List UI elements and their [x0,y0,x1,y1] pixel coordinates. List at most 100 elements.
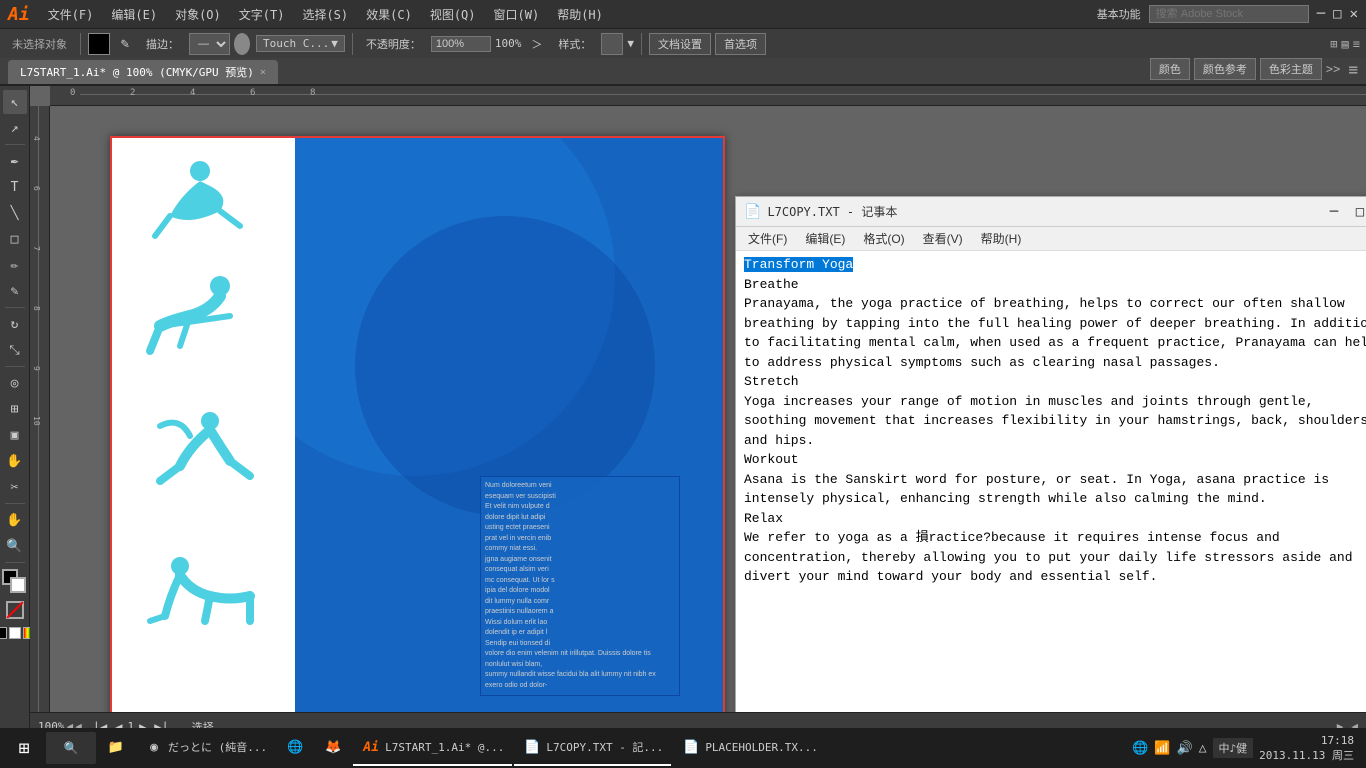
maximize-icon[interactable]: □ [1333,6,1341,22]
blend-tool[interactable]: ◎ [3,371,27,395]
black-swatch[interactable] [0,627,7,639]
notepad-minimize-button[interactable]: ─ [1324,202,1344,222]
opacity-label: 不透明度： [360,34,427,54]
start-button[interactable]: ⊞ [4,728,44,768]
select-tool[interactable]: ↖ [3,90,27,114]
rotate-tool[interactable]: ↻ [3,312,27,336]
notepad-title: L7COPY.TXT - 记事本 [767,203,1318,220]
scissors-tool[interactable]: ✂ [3,475,27,499]
touch-selector[interactable]: Touch C... ▼ [256,35,345,52]
language-bar-icon[interactable]: 🌐 [1132,741,1148,756]
color-swatch-area [2,569,28,595]
menu-bar: Ai 文件(F) 编辑(E) 对象(O) 文字(T) 选择(S) 效果(C) 视… [0,0,1366,28]
ruler-vtick-9: 9 [32,366,41,371]
style-box[interactable] [601,33,623,55]
menu-help[interactable]: 帮助(H) [549,4,611,25]
doc-settings-button[interactable]: 文档设置 [649,33,711,55]
scale-tool[interactable]: ⤡ [3,338,27,362]
canvas-area[interactable]: 0 2 4 6 8 4 6 7 8 9 10 [30,86,1366,740]
arrange-icon[interactable]: ⊞ [1330,37,1337,51]
taskbar-app-notepad-1[interactable]: 📄 L7COPY.TXT - 記... [514,730,671,766]
toolbar: 未选择对象 ✎ 描边： — Touch C... ▼ 不透明度： 100% ＞ … [0,28,1366,58]
tab-close-button[interactable]: × [260,67,266,78]
stock-search-input[interactable] [1149,5,1309,23]
no-selection-label: 未选择对象 [6,34,73,54]
search-button[interactable]: 🔍 [46,732,96,764]
taskbar-right: 🌐 📶 🔊 △ 中♪健 17:18 2013.11.13 周三 [1132,733,1362,764]
brush-icon[interactable]: ✎ [114,33,136,55]
notepad-titlebar: 📄 L7COPY.TXT - 记事本 ─ □ ✕ [736,197,1366,227]
panel-expand-icon[interactable]: >> [1326,62,1340,76]
taskbar-app-illustrator[interactable]: Ai L7START_1.Ai* @... [353,730,512,766]
mesh-tool[interactable]: ⊞ [3,397,27,421]
taskbar-app-notepad-2[interactable]: 📄 PLACEHOLDER.TX... [673,730,826,766]
more-icon[interactable]: ≡ [1353,37,1360,51]
workspace-label[interactable]: 基本功能 [1097,6,1141,22]
network-icon[interactable]: 📶 [1154,741,1170,756]
notepad2-icon: 📄 [681,737,701,757]
taskbar: ⊞ 🔍 📁 ◉ だっとに (純音... 🌐 🦊 Ai L7START_1.Ai*… [0,728,1366,768]
menu-edit[interactable]: 编辑(E) [103,4,165,25]
menu-window[interactable]: 窗口(W) [486,4,548,25]
illustrator-icon: Ai [361,737,381,757]
taskbar-app-music[interactable]: ◉ だっとに (純音... [136,730,275,766]
rect-tool[interactable]: □ [3,227,27,251]
yoga-figure-2 [130,266,270,366]
system-clock[interactable]: 17:18 2013.11.13 周三 [1259,733,1354,764]
menu-file[interactable]: 文件(F) [40,4,102,25]
menu-object[interactable]: 对象(O) [167,4,229,25]
menu-text[interactable]: 文字(T) [231,4,293,25]
notepad-menu-format[interactable]: 格式(O) [855,228,912,249]
notepad-menu-file[interactable]: 文件(F) [740,228,795,249]
artboard-right-section: Num doloreetum veniesequam ver suscipist… [295,136,725,712]
notepad-maximize-button[interactable]: □ [1350,202,1366,222]
ruler-tick-3: 6 [250,88,255,98]
panel-color-guide-btn[interactable]: 颜色参考 [1194,58,1256,80]
none-swatch[interactable] [6,601,24,619]
chevron-opacity[interactable]: ＞ [525,34,548,54]
menu-select[interactable]: 选择(S) [294,4,356,25]
paintbrush-tool[interactable]: ✏ [3,253,27,277]
tool-sep-1 [5,144,25,145]
notepad-content[interactable]: Transform Yoga BreathePranayama, the yog… [736,251,1366,712]
hand-tool[interactable]: ✋ [3,508,27,532]
pen-tool[interactable]: ✒ [3,149,27,173]
stroke-select[interactable]: — [189,33,230,55]
line-tool[interactable]: ╲ [3,201,27,225]
blue-bg-circle-2 [355,216,655,516]
panel-layout-icon[interactable]: ▤ [1342,37,1349,51]
menu-effect[interactable]: 效果(C) [358,4,420,25]
first-choice-button[interactable]: 首选项 [715,33,766,55]
document-tab[interactable]: L7START_1.Ai* @ 100% (CMYK/GPU 预览) × [8,60,278,84]
notepad-body-text: BreathePranayama, the yoga practice of b… [744,277,1366,585]
panel-color-theme-btn[interactable]: 色彩主题 [1260,58,1322,80]
white-swatch[interactable] [9,627,21,639]
tab-label: L7START_1.Ai* @ 100% (CMYK/GPU 预览) [20,64,254,80]
menu-view[interactable]: 视图(Q) [422,4,484,25]
volume-icon[interactable]: 🔊 [1177,741,1193,756]
direct-select-tool[interactable]: ↗ [3,116,27,140]
additional-icons[interactable]: △ [1199,741,1207,756]
notepad-menu-view[interactable]: 查看(V) [915,228,971,249]
zoom-tool[interactable]: 🔍 [3,534,27,558]
canvas-content[interactable]: Num doloreetum veniesequam ver suscipist… [50,106,1366,712]
stroke-swatch[interactable] [10,577,26,593]
opacity-input[interactable] [431,36,491,52]
taskbar-app-edge[interactable]: 🌐 [277,730,313,766]
minimize-icon[interactable]: ─ [1317,6,1325,22]
panel-color-btn[interactable]: 颜色 [1150,58,1190,80]
close-icon[interactable]: ✕ [1350,6,1358,22]
pencil-tool[interactable]: ✎ [3,279,27,303]
type-tool[interactable]: T [3,175,27,199]
panel-menu-icon[interactable]: ≡ [1348,60,1358,79]
eyedropper-tool[interactable]: ✋ [3,449,27,473]
style-chevron[interactable]: ▼ [627,37,634,50]
ime-indicator[interactable]: 中♪健 [1213,738,1254,758]
notepad-menu-help[interactable]: 帮助(H) [973,228,1030,249]
fill-color-box[interactable] [88,33,110,55]
tool-sep-5 [5,562,25,563]
taskbar-app-firefox[interactable]: 🦊 [315,730,351,766]
gradient-tool[interactable]: ▣ [3,423,27,447]
taskbar-app-file-explorer[interactable]: 📁 [98,730,134,766]
notepad-menu-edit[interactable]: 编辑(E) [797,228,853,249]
